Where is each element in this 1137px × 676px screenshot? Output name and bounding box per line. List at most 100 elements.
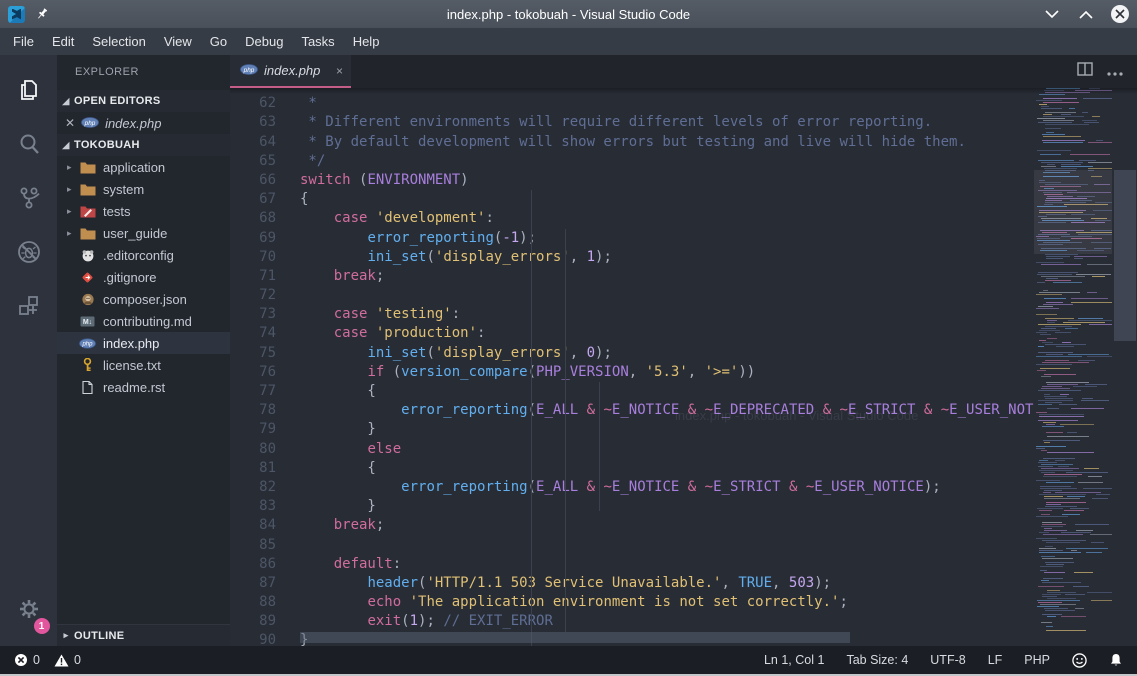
code-line-80[interactable]: 80 else bbox=[230, 440, 1034, 459]
code-text[interactable]: 61 *62 *63 * Different environments will… bbox=[230, 88, 1034, 646]
project-header[interactable]: ◢ TOKOBUAH bbox=[57, 134, 230, 156]
horizontal-scrollbar-slider[interactable] bbox=[300, 632, 850, 643]
menu-view[interactable]: View bbox=[155, 30, 201, 53]
code-line-66[interactable]: 66switch (ENVIRONMENT) bbox=[230, 171, 1034, 190]
code-line-82[interactable]: 82 error_reporting(E_ALL & ~E_NOTICE & ~… bbox=[230, 478, 1034, 497]
tree-item-readme.rst[interactable]: readme.rst bbox=[57, 376, 230, 398]
code-line-78[interactable]: 78 error_reporting(E_ALL & ~E_NOTICE & ~… bbox=[230, 401, 1034, 420]
folder-test-icon bbox=[79, 204, 96, 218]
menubar: FileEditSelectionViewGoDebugTasksHelp bbox=[0, 28, 1137, 55]
minimap-slider[interactable] bbox=[1034, 170, 1112, 254]
code-line-84[interactable]: 84 break; bbox=[230, 516, 1034, 535]
vertical-scrollbar-slider[interactable] bbox=[1114, 170, 1136, 341]
horizontal-scrollbar[interactable] bbox=[300, 632, 1027, 643]
code-line-69[interactable]: 69 error_reporting(-1); bbox=[230, 229, 1034, 248]
code-line-71[interactable]: 71 break; bbox=[230, 267, 1034, 286]
activitybar-extensions[interactable] bbox=[6, 283, 52, 329]
code-line-89[interactable]: 89 exit(1); // EXIT_ERROR bbox=[230, 612, 1034, 631]
code-line-85[interactable]: 85 bbox=[230, 536, 1034, 555]
status-utf-8[interactable]: UTF-8 bbox=[930, 653, 965, 667]
status-ln-1-col-1[interactable]: Ln 1, Col 1 bbox=[764, 653, 824, 667]
code-line-74[interactable]: 74 case 'production': bbox=[230, 324, 1034, 343]
menu-debug[interactable]: Debug bbox=[236, 30, 292, 53]
maximize-button[interactable] bbox=[1077, 5, 1095, 23]
chevron-right-icon: ▸ bbox=[67, 162, 77, 173]
tree-item-index.php[interactable]: phpindex.php bbox=[57, 332, 230, 354]
tab-index-php[interactable]: php index.php × bbox=[230, 55, 351, 88]
line-number: 67 bbox=[230, 190, 300, 209]
menu-help[interactable]: Help bbox=[344, 30, 389, 53]
settings-gear-button[interactable]: 1 bbox=[6, 586, 52, 632]
code-line-83[interactable]: 83 } bbox=[230, 497, 1034, 516]
code-line-62[interactable]: 62 * bbox=[230, 94, 1034, 113]
vertical-scrollbar[interactable] bbox=[1112, 88, 1137, 646]
status-tab-size-4[interactable]: Tab Size: 4 bbox=[846, 653, 908, 667]
close-button[interactable] bbox=[1111, 5, 1129, 23]
tree-item-tests[interactable]: ▸tests bbox=[57, 200, 230, 222]
tree-item-application[interactable]: ▸application bbox=[57, 156, 230, 178]
line-number: 62 bbox=[230, 94, 300, 113]
feedback-smiley-icon[interactable] bbox=[1072, 653, 1087, 668]
line-number: 72 bbox=[230, 286, 300, 305]
line-number: 79 bbox=[230, 420, 300, 439]
code-line-75[interactable]: 75 ini_set('display_errors', 0); bbox=[230, 344, 1034, 363]
tree-item-gitignore[interactable]: .gitignore bbox=[57, 266, 230, 288]
code-line-88[interactable]: 88 echo 'The application environment is … bbox=[230, 593, 1034, 612]
open-editors-header[interactable]: ◢ OPEN EDITORS bbox=[57, 90, 230, 112]
code-line-86[interactable]: 86 default: bbox=[230, 555, 1034, 574]
tab-bar: php index.php × bbox=[230, 55, 1137, 88]
svg-text:php: php bbox=[81, 341, 93, 347]
split-editor-icon[interactable] bbox=[1077, 61, 1093, 82]
menu-selection[interactable]: Selection bbox=[83, 30, 154, 53]
line-number: 82 bbox=[230, 478, 300, 497]
tab-close-icon[interactable]: × bbox=[336, 64, 343, 78]
code-line-81[interactable]: 81 { bbox=[230, 459, 1034, 478]
code-line-73[interactable]: 73 case 'testing': bbox=[230, 305, 1034, 324]
menu-edit[interactable]: Edit bbox=[43, 30, 83, 53]
activitybar-explorer[interactable] bbox=[6, 67, 52, 113]
status-lf[interactable]: LF bbox=[988, 653, 1003, 667]
code-line-76[interactable]: 76 if (version_compare(PHP_VERSION, '5.3… bbox=[230, 363, 1034, 382]
activitybar-source-control[interactable] bbox=[6, 175, 52, 221]
open-editor-index.php[interactable]: ✕phpindex.php bbox=[57, 112, 230, 134]
minimap[interactable] bbox=[1034, 88, 1112, 646]
tab-label: index.php bbox=[264, 63, 320, 78]
line-number: 89 bbox=[230, 612, 300, 631]
notifications-bell-icon[interactable] bbox=[1109, 653, 1123, 668]
tree-item-license.txt[interactable]: license.txt bbox=[57, 354, 230, 376]
code-line-72[interactable]: 72 bbox=[230, 286, 1034, 305]
activitybar-debug[interactable] bbox=[6, 229, 52, 275]
status-bar: 0 0 Ln 1, Col 1 Tab Size: 4 UTF-8 LF PHP bbox=[0, 646, 1137, 674]
git-icon bbox=[79, 270, 96, 284]
outline-header[interactable]: ▸ OUTLINE bbox=[57, 624, 230, 646]
tree-item-user_guide[interactable]: ▸user_guide bbox=[57, 222, 230, 244]
tree-item-contributing.md[interactable]: M↓contributing.md bbox=[57, 310, 230, 332]
status-php[interactable]: PHP bbox=[1024, 653, 1050, 667]
vscode-logo-icon bbox=[8, 6, 25, 23]
tree-item-system[interactable]: ▸system bbox=[57, 178, 230, 200]
code-line-79[interactable]: 79 } bbox=[230, 420, 1034, 439]
activitybar-search[interactable] bbox=[6, 121, 52, 167]
code-line-68[interactable]: 68 case 'development': bbox=[230, 209, 1034, 228]
close-icon[interactable]: ✕ bbox=[65, 116, 75, 130]
menu-go[interactable]: Go bbox=[201, 30, 236, 53]
code-line-87[interactable]: 87 header('HTTP/1.1 503 Service Unavaila… bbox=[230, 574, 1034, 593]
code-line-63[interactable]: 63 * Different environments will require… bbox=[230, 113, 1034, 132]
menu-file[interactable]: File bbox=[4, 30, 43, 53]
line-number: 87 bbox=[230, 574, 300, 593]
problems-warnings[interactable]: 0 bbox=[54, 653, 81, 667]
code-line-65[interactable]: 65 */ bbox=[230, 152, 1034, 171]
svg-text:M↓: M↓ bbox=[83, 319, 92, 326]
code-editor[interactable]: 61 *62 *63 * Different environments will… bbox=[230, 88, 1137, 646]
code-line-67[interactable]: 67{ bbox=[230, 190, 1034, 209]
menu-tasks[interactable]: Tasks bbox=[292, 30, 343, 53]
code-line-77[interactable]: 77 { bbox=[230, 382, 1034, 401]
tree-item-composer.json[interactable]: composer.json bbox=[57, 288, 230, 310]
problems-errors[interactable]: 0 bbox=[14, 653, 40, 667]
code-line-64[interactable]: 64 * By default development will show er… bbox=[230, 133, 1034, 152]
tree-item-editorconfig[interactable]: .editorconfig bbox=[57, 244, 230, 266]
folder-icon bbox=[79, 160, 96, 174]
more-actions-icon[interactable] bbox=[1107, 63, 1123, 81]
minimize-button[interactable] bbox=[1043, 5, 1061, 23]
code-line-70[interactable]: 70 ini_set('display_errors', 1); bbox=[230, 248, 1034, 267]
